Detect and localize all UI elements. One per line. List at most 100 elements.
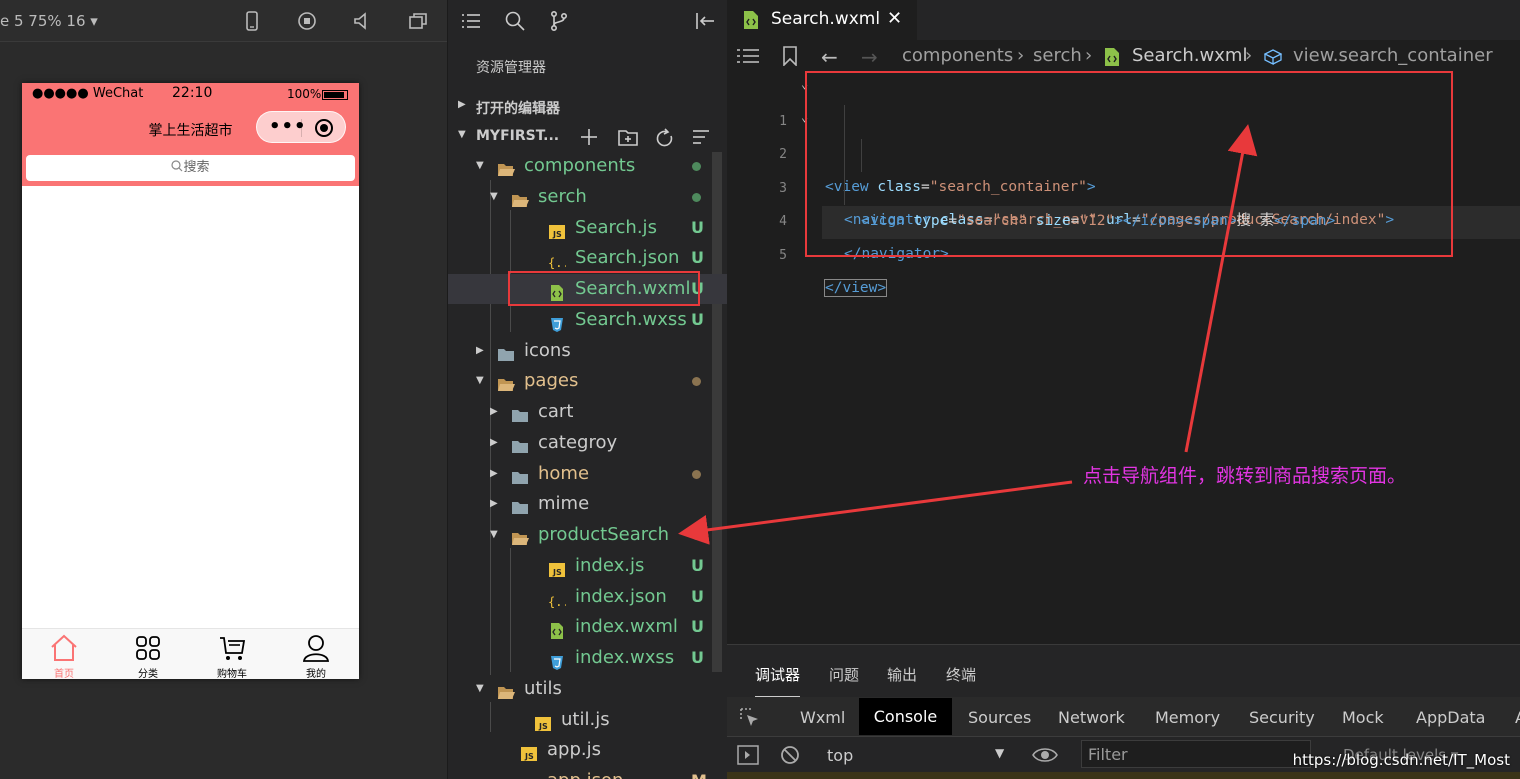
tab-category[interactable]: 分类 bbox=[106, 629, 190, 679]
folder-icon bbox=[511, 404, 529, 422]
chevron-down-icon[interactable]: ▼ bbox=[476, 151, 484, 181]
phone-icon[interactable] bbox=[242, 11, 262, 31]
clear-console-icon[interactable] bbox=[779, 744, 801, 766]
source-control-icon[interactable] bbox=[548, 10, 570, 32]
tree-item-app-js[interactable]: JS app.js bbox=[448, 735, 713, 765]
forward-arrow-icon[interactable]: → bbox=[861, 45, 878, 69]
tree-item-serch[interactable]: ▼ serch bbox=[448, 182, 713, 212]
chevron-down-icon[interactable]: ▼ bbox=[490, 182, 498, 212]
volume-icon[interactable] bbox=[352, 11, 372, 31]
tree-item-index-wxml[interactable]: index.wxml U bbox=[448, 612, 713, 642]
chevron-down-icon[interactable]: ▼ bbox=[490, 520, 498, 550]
tab-mine[interactable]: 我的 bbox=[274, 629, 358, 679]
back-arrow-icon[interactable]: ← bbox=[821, 45, 838, 69]
tree-item-pages[interactable]: ▼ pages bbox=[448, 366, 713, 396]
device-zoom-label[interactable]: e 5 75% 16 ▾ bbox=[0, 12, 98, 30]
close-icon[interactable]: ✕ bbox=[887, 8, 902, 29]
tab-wxml[interactable]: Wxml bbox=[800, 708, 845, 727]
filter-input[interactable] bbox=[1081, 740, 1311, 768]
tree-item-index-wxss[interactable]: index.wxss U bbox=[448, 643, 713, 673]
tree-item-search-wxss[interactable]: Search.wxss U bbox=[448, 305, 713, 335]
tab-search-wxml[interactable]: Search.wxml ✕ bbox=[727, 0, 917, 40]
tree-item-label: Search.wxss bbox=[575, 308, 687, 330]
context-select[interactable]: top bbox=[827, 746, 853, 765]
breadcrumb-item[interactable]: serch bbox=[1033, 45, 1082, 66]
wxml-file-icon bbox=[1105, 48, 1119, 66]
tab-debugger[interactable]: 调试器 bbox=[755, 664, 801, 698]
inspect-icon[interactable] bbox=[739, 707, 761, 729]
chevron-right-icon[interactable]: ▶ bbox=[490, 397, 498, 427]
tab-appdata[interactable]: AppData bbox=[1416, 708, 1485, 727]
collapse-panel-icon[interactable] bbox=[694, 10, 716, 32]
window-icon[interactable] bbox=[408, 11, 428, 31]
chevron-right-icon[interactable]: ▶ bbox=[476, 336, 484, 366]
record-icon[interactable] bbox=[297, 11, 317, 31]
tab-label: 分类 bbox=[138, 669, 158, 679]
tab-overflow[interactable]: A bbox=[1515, 708, 1520, 727]
search-icon[interactable] bbox=[504, 10, 526, 32]
breadcrumb-item[interactable]: components bbox=[902, 45, 1013, 66]
tree-item-components[interactable]: ▼ components bbox=[448, 151, 713, 181]
phone-screen: ●●●●● WeChat 22:10 100% 掌上生活超市 ••• 搜索 首页 bbox=[22, 83, 359, 679]
refresh-icon[interactable] bbox=[656, 128, 673, 147]
list-icon[interactable] bbox=[460, 10, 482, 32]
breadcrumb-item[interactable]: Search.wxml bbox=[1132, 45, 1247, 66]
tree-item-search-js[interactable]: JS Search.js U bbox=[448, 213, 713, 243]
open-editors-section[interactable]: ▶ 打开的编辑器 bbox=[448, 94, 728, 120]
highlight-box-code bbox=[805, 71, 1453, 257]
close-mini-program-icon[interactable] bbox=[315, 119, 333, 137]
menu-capsule[interactable]: ••• bbox=[256, 111, 346, 143]
eye-icon[interactable] bbox=[1032, 746, 1058, 764]
chevron-down-icon[interactable]: ▼ bbox=[476, 674, 484, 704]
tree-item-cart[interactable]: ▶ cart bbox=[448, 397, 713, 427]
tree-item-utils[interactable]: ▼ utils bbox=[448, 674, 713, 704]
section-label: MYFIRST... bbox=[476, 128, 560, 144]
tree-item-index-js[interactable]: JS index.js U bbox=[448, 551, 713, 581]
tree-item-label: Search.json bbox=[575, 247, 680, 269]
new-folder-icon[interactable] bbox=[618, 130, 638, 146]
list-icon[interactable] bbox=[737, 48, 759, 64]
tab-terminal[interactable]: 终端 bbox=[946, 664, 976, 685]
status-badge: U bbox=[691, 248, 704, 268]
json-icon: {..} bbox=[548, 250, 577, 270]
simulator-pane: e 5 75% 16 ▾ ●●●●● WeChat 22:10 100% 掌上生… bbox=[0, 0, 447, 779]
new-file-icon[interactable] bbox=[581, 129, 597, 145]
battery-icon bbox=[322, 90, 348, 100]
tab-mock[interactable]: Mock bbox=[1342, 708, 1384, 727]
tree-item-productsearch[interactable]: ▼ productSearch bbox=[448, 520, 713, 550]
tree-item-icons[interactable]: ▶ icons bbox=[448, 336, 713, 366]
sidebar-toggle-icon[interactable] bbox=[737, 744, 759, 766]
breadcrumb-item[interactable]: view.search_container bbox=[1293, 45, 1493, 66]
tree-item-home[interactable]: ▶ home bbox=[448, 459, 713, 489]
chevron-right-icon[interactable]: ▶ bbox=[490, 489, 498, 519]
tab-home[interactable]: 首页 bbox=[22, 629, 106, 679]
tree-item-app-json[interactable]: {..} app.json M bbox=[448, 766, 713, 779]
tree-item-search-json[interactable]: {..} Search.json U bbox=[448, 243, 713, 273]
status-dot bbox=[692, 469, 701, 479]
search-nav-bar[interactable]: 搜索 bbox=[26, 155, 355, 181]
chevron-right-icon[interactable]: ▶ bbox=[490, 428, 498, 458]
tab-network[interactable]: Network bbox=[1058, 708, 1125, 727]
collapse-all-icon[interactable] bbox=[693, 130, 709, 144]
status-dot bbox=[692, 162, 701, 171]
chevron-right-icon[interactable]: ▶ bbox=[490, 459, 498, 489]
tree-item-categroy[interactable]: ▶ categroy bbox=[448, 428, 713, 458]
bookmark-icon[interactable] bbox=[782, 46, 798, 66]
tab-security[interactable]: Security bbox=[1249, 708, 1315, 727]
tree-item-mime[interactable]: ▶ mime bbox=[448, 489, 713, 519]
tab-cart[interactable]: 购物车 bbox=[190, 629, 274, 679]
chevron-down-icon[interactable]: ▼ bbox=[995, 746, 1004, 760]
tree-item-util-js[interactable]: JS util.js bbox=[448, 705, 713, 735]
line-number: 5 bbox=[779, 248, 787, 263]
js-icon: JS bbox=[534, 712, 552, 731]
tab-label: 首页 bbox=[54, 669, 74, 679]
svg-text:JS: JS bbox=[552, 230, 562, 239]
chevron-down-icon[interactable]: ▼ bbox=[476, 366, 484, 396]
tab-output[interactable]: 输出 bbox=[887, 664, 917, 685]
tree-item-index-json[interactable]: {..} index.json U bbox=[448, 582, 713, 612]
tab-memory[interactable]: Memory bbox=[1155, 708, 1220, 727]
tab-problems[interactable]: 问题 bbox=[829, 664, 859, 685]
tab-sources[interactable]: Sources bbox=[968, 708, 1031, 727]
tab-console[interactable]: Console bbox=[859, 698, 952, 735]
explorer-scrollbar[interactable] bbox=[712, 152, 722, 672]
